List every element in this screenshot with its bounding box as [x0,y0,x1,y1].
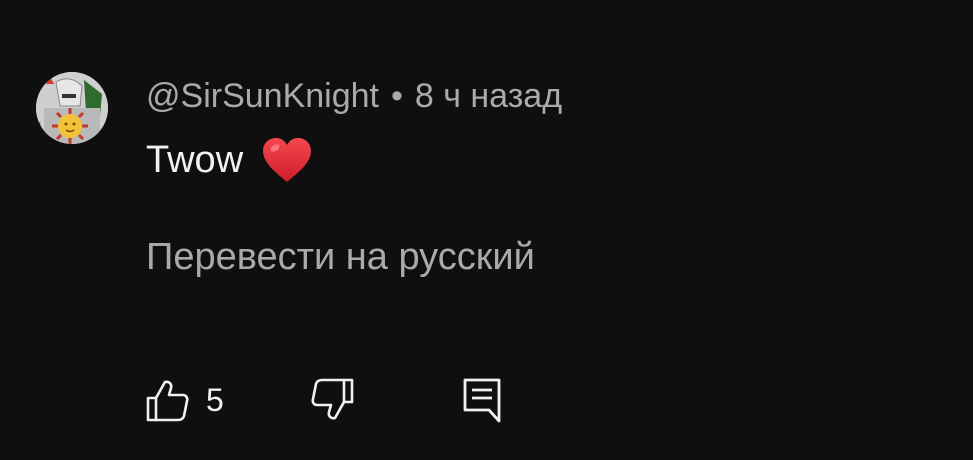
avatar[interactable] [36,72,108,144]
reply-button[interactable] [462,377,502,423]
comment-reply-icon [463,378,501,423]
heart-emoji [263,138,312,182]
comment-actions: 5 [146,376,502,424]
comment-text: Twow [146,136,313,184]
avatar-image [36,72,108,144]
author-name[interactable]: @SirSunKnight [146,77,379,115]
translate-link[interactable]: Перевести на русский [146,234,535,280]
like-count: 5 [206,381,224,418]
dislike-button[interactable] [310,378,354,422]
like-button[interactable]: 5 [146,378,224,422]
comment-header: @SirSunKnight • 8 ч назад [146,76,562,116]
separator-dot: • [390,77,403,115]
comment-item: @SirSunKnight • 8 ч назад Twow Перевести н… [0,0,973,460]
comment-text-content: Twow [146,139,244,181]
thumbs-down-icon [311,378,354,420]
thumbs-up-icon [146,380,189,422]
comment-timestamp[interactable]: 8 ч назад [415,77,562,115]
